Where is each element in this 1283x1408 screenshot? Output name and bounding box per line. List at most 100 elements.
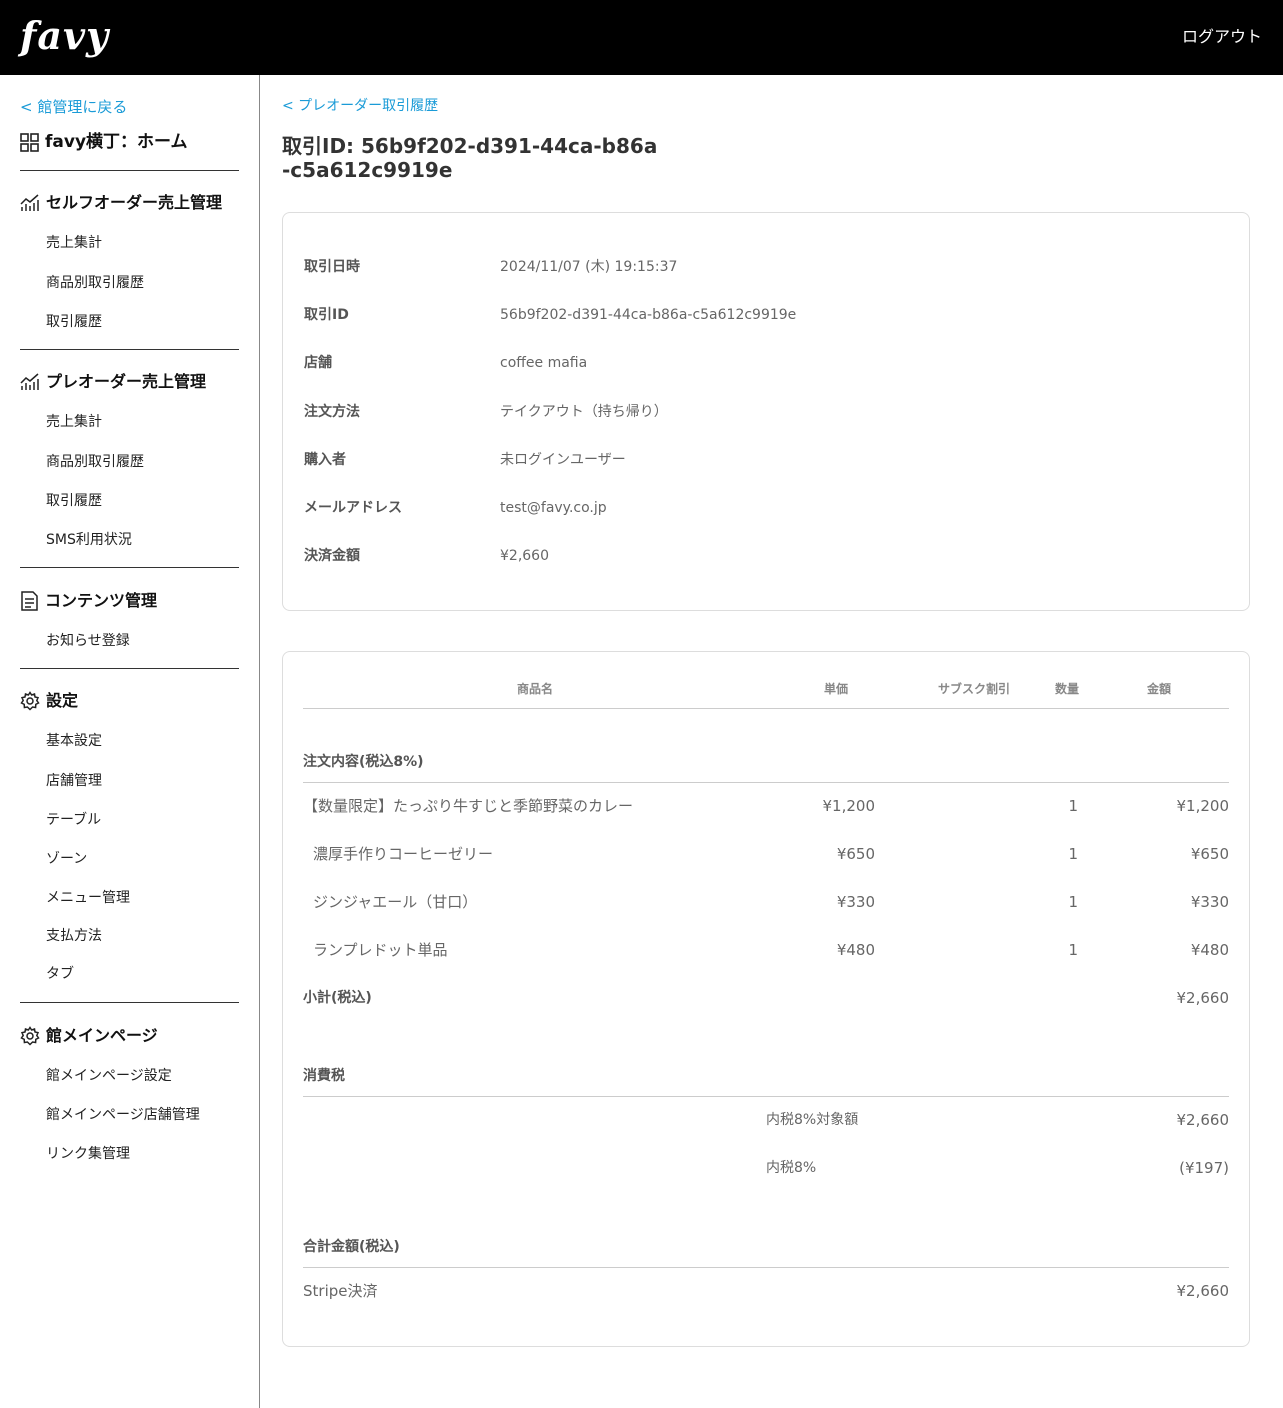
- tax-row-label: 内税8%対象額: [766, 1112, 859, 1128]
- column-header-unit-price: 単価: [824, 682, 849, 696]
- item-name: 【数量限定】たっぷり牛すじと季節野菜のカレー: [303, 797, 634, 815]
- sidebar-section-title: プレオーダー売上管理: [46, 372, 207, 391]
- sidebar-section-title: 館メインページ: [46, 1026, 158, 1045]
- info-label: 取引日時: [304, 259, 360, 275]
- column-header-product-name: 商品名: [517, 682, 554, 696]
- order-group-label: 注文内容(税込8%): [303, 754, 424, 770]
- item-amount: ¥1,200: [1176, 797, 1230, 815]
- info-label: 取引ID: [304, 307, 349, 323]
- back-to-venue-link[interactable]: < 館管理に戻る: [20, 97, 127, 117]
- sidebar-item-main-page-settings[interactable]: 館メインページ設定: [46, 1066, 172, 1086]
- table-divider: [303, 708, 1229, 709]
- order-details-card: 商品名 単価 サブスク割引 数量 金額 注文内容(税込8%) 【数量限定】たっぷ…: [282, 651, 1250, 1347]
- chart-icon: [20, 194, 39, 211]
- document-icon: [21, 591, 38, 611]
- sidebar-section-main-page: 館メインページ: [20, 1025, 158, 1047]
- table-divider: [303, 782, 1229, 783]
- info-value: ¥2,660: [500, 548, 549, 564]
- sidebar-item-payment-methods[interactable]: 支払方法: [46, 926, 102, 946]
- sidebar-section-title: 設定: [46, 691, 79, 710]
- info-label: 購入者: [304, 452, 346, 468]
- item-unit-price: ¥480: [836, 941, 875, 959]
- info-value: test@favy.co.jp: [500, 500, 607, 516]
- info-value: 2024/11/07 (木) 19:15:37: [500, 259, 678, 275]
- sidebar-divider: [20, 349, 239, 350]
- column-header-subscription-discount: サブスク割引: [938, 682, 1011, 696]
- tax-row-value: ¥2,660: [1176, 1111, 1230, 1129]
- info-value: テイクアウト（持ち帰り）: [500, 404, 668, 420]
- item-amount: ¥650: [1190, 845, 1229, 863]
- item-unit-price: ¥330: [836, 893, 875, 911]
- sidebar-section-pre-order: プレオーダー売上管理: [20, 371, 206, 393]
- item-amount: ¥480: [1190, 941, 1229, 959]
- item-quantity: 1: [1068, 893, 1078, 911]
- sidebar-item-main-page-stores[interactable]: 館メインページ店舗管理: [46, 1105, 200, 1125]
- sidebar-item-pre-product-history[interactable]: 商品別取引履歴: [46, 452, 144, 472]
- sidebar-divider: [20, 567, 239, 568]
- item-name: ランプレドット単品: [313, 941, 448, 959]
- info-label: 注文方法: [304, 404, 360, 420]
- sidebar-divider: [20, 1002, 239, 1003]
- sidebar-item-tabs[interactable]: タブ: [46, 964, 74, 984]
- item-quantity: 1: [1068, 845, 1078, 863]
- sidebar-divider: [20, 170, 239, 171]
- item-amount: ¥330: [1190, 893, 1229, 911]
- breadcrumb[interactable]: < プレオーダー取引履歴: [282, 96, 438, 116]
- sidebar-item-basic-settings[interactable]: 基本設定: [46, 731, 102, 751]
- info-value: 未ログインユーザー: [500, 452, 626, 468]
- sidebar-home-label: favy横丁：ホーム: [45, 132, 188, 152]
- chart-icon: [20, 373, 39, 390]
- payment-method-label: Stripe決済: [303, 1282, 378, 1300]
- subtotal-value: ¥2,660: [1176, 989, 1230, 1007]
- tax-row-label: 内税8%: [766, 1160, 817, 1176]
- item-unit-price: ¥1,200: [822, 797, 876, 815]
- item-quantity: 1: [1068, 797, 1078, 815]
- grid-icon: [20, 132, 39, 152]
- sidebar-item-links[interactable]: リンク集管理: [46, 1144, 130, 1164]
- gear-icon: [20, 1026, 40, 1046]
- sidebar-item-sms-usage[interactable]: SMS利用状況: [46, 530, 132, 550]
- sidebar-section-settings: 設定: [20, 690, 78, 712]
- column-header-quantity: 数量: [1055, 682, 1080, 696]
- info-value: coffee mafia: [500, 355, 588, 371]
- sidebar-item-self-product-history[interactable]: 商品別取引履歴: [46, 273, 144, 293]
- total-label: 合計金額(税込): [303, 1239, 400, 1255]
- sidebar-section-title: セルフオーダー売上管理: [46, 193, 223, 212]
- gear-icon: [20, 691, 40, 711]
- sidebar-item-menu-management[interactable]: メニュー管理: [46, 888, 130, 908]
- info-value: 56b9f202-d391-44ca-b86a-c5a612c9919e: [500, 307, 797, 323]
- sidebar-section-title: コンテンツ管理: [45, 591, 158, 610]
- logout-button[interactable]: ログアウト: [1182, 26, 1262, 48]
- sidebar-item-pre-transactions[interactable]: 取引履歴: [46, 491, 102, 511]
- top-bar: favy ログアウト: [0, 0, 1283, 75]
- item-quantity: 1: [1068, 941, 1078, 959]
- sidebar-home[interactable]: favy横丁：ホーム: [20, 131, 188, 153]
- item-name: 濃厚手作りコーヒーゼリー: [313, 845, 494, 863]
- subtotal-label: 小計(税込): [303, 990, 372, 1006]
- sidebar: < 館管理に戻る favy横丁：ホーム セルフオーダー売上管理 売上集計 商品別…: [0, 75, 260, 1408]
- sidebar-item-zones[interactable]: ゾーン: [46, 849, 87, 869]
- sidebar-item-tables[interactable]: テーブル: [46, 810, 101, 830]
- sidebar-item-pre-sales-summary[interactable]: 売上集計: [46, 412, 102, 432]
- sidebar-item-store-management[interactable]: 店舗管理: [46, 771, 102, 791]
- sidebar-section-self-order: セルフオーダー売上管理: [20, 192, 222, 214]
- tax-label: 消費税: [303, 1068, 345, 1084]
- sidebar-divider: [20, 668, 239, 669]
- favy-logo[interactable]: favy: [20, 14, 109, 58]
- info-label: 決済金額: [304, 548, 360, 564]
- info-label: 店舗: [304, 355, 332, 371]
- table-divider: [303, 1096, 1229, 1097]
- payment-method-value: ¥2,660: [1176, 1282, 1230, 1300]
- tax-row-value: (¥197): [1179, 1159, 1229, 1177]
- item-unit-price: ¥650: [836, 845, 875, 863]
- table-divider: [303, 1267, 1229, 1268]
- transaction-info-card: 取引日時 2024/11/07 (木) 19:15:37 取引ID 56b9f2…: [282, 212, 1250, 611]
- column-header-amount: 金額: [1147, 682, 1172, 696]
- sidebar-item-self-transactions[interactable]: 取引履歴: [46, 312, 102, 332]
- sidebar-item-news[interactable]: お知らせ登録: [46, 631, 130, 651]
- sidebar-item-self-sales-summary[interactable]: 売上集計: [46, 233, 102, 253]
- item-name: ジンジャエール（甘口）: [313, 893, 478, 911]
- page-title: 取引ID: 56b9f202-d391-44ca-b86a-c5a612c991…: [282, 134, 658, 182]
- sidebar-section-content: コンテンツ管理: [20, 590, 157, 612]
- info-label: メールアドレス: [304, 500, 402, 516]
